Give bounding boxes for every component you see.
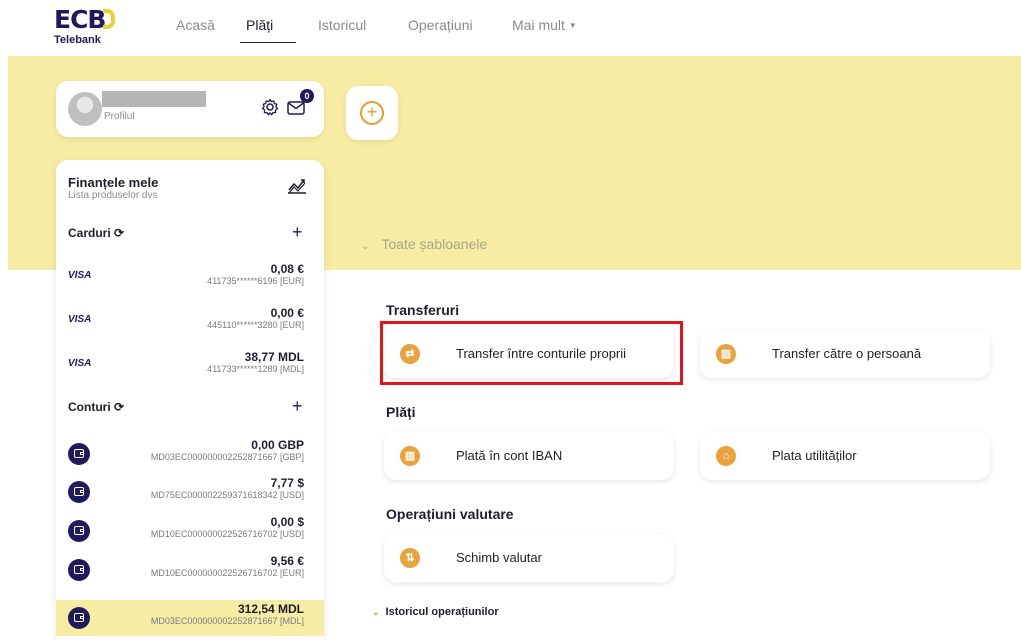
finances-title: Finanțele mele [68,175,159,190]
logo-text: ECB [54,5,106,34]
account-balance: 0,00 $ [270,515,304,529]
bank-icon: ▥ [716,344,736,364]
nav-payments[interactable]: Plăți [246,17,273,33]
account-row[interactable]: 9,56 € MD10EC000000022526716702 [EUR] [56,552,324,588]
nav-operations[interactable]: Operațiuni [408,17,473,33]
add-card-plus-icon[interactable]: + [292,222,303,243]
transfers-heading: Transferuri [386,302,460,318]
bank-icon: ▥ [400,446,420,466]
visa-logo: VISA [68,270,92,281]
finances-panel: Finanțele mele Lista produselor dvs Card… [56,160,324,640]
home-icon: ⌂ [716,446,736,466]
utilities-payment-label: Plata utilităților [772,448,857,463]
card-row[interactable]: VISA 0,08 € 411735******6196 [EUR] [56,260,324,296]
fx-heading: Operațiuni valutare [386,506,514,522]
nav-more[interactable]: Mai mult ▼ [512,17,577,33]
nav-history[interactable]: Istoricul [318,17,366,33]
transfer-to-person-button[interactable]: ▥ Transfer către o persoană [700,330,990,378]
profile-label: Profilul [104,111,135,122]
currency-exchange-label: Schimb valutar [456,550,542,565]
visa-logo: VISA [68,314,92,325]
account-number: MD75EC000002259371618342 [USD] [150,490,304,500]
iban-payment-label: Plată în cont IBAN [456,448,563,463]
card-row[interactable]: VISA 0,00 € 445110******3280 [EUR] [56,304,324,340]
iban-payment-button[interactable]: ▥ Plată în cont IBAN [384,432,674,480]
redacted-user-name [102,91,206,107]
account-balance: 7,77 $ [270,476,304,490]
account-number: MD03EC000000002252871667 [GBP] [150,452,304,462]
payments-heading: Plăți [386,404,416,420]
add-account-plus-icon[interactable]: + [292,396,303,417]
top-navigation: ECB Telebank Acasă Plăți Istoricul Opera… [0,0,1021,56]
wallet-icon [68,443,90,465]
account-number: MD10EC000000022526716702 [USD] [150,529,304,539]
chart-icon[interactable] [286,176,308,196]
refresh-icon[interactable]: ⟳ [114,400,124,414]
caret-down-icon: ▼ [568,21,577,30]
highlight-box [380,321,683,385]
card-balance: 0,08 € [270,262,304,276]
avatar[interactable] [68,92,102,126]
nav-active-indicator [240,42,296,43]
account-row[interactable]: 0,00 GBP MD03EC000000002252871667 [GBP] [56,436,324,472]
wallet-icon [68,559,90,581]
chevron-down-icon: ⌄ [361,241,370,252]
nav-more-label: Mai mult [512,17,565,33]
cards-heading: Carduri ⟳ [68,226,124,240]
account-balance: 0,00 GBP [251,438,304,452]
gear-icon[interactable] [260,97,280,117]
refresh-icon[interactable]: ⟳ [114,226,124,240]
operations-history-label: Istoricul operațiunilor [385,606,499,618]
accounts-heading-label: Conturi [68,400,111,414]
add-template-card[interactable]: + [346,86,398,140]
chevron-down-icon: ⌄ [372,607,380,617]
currency-exchange-button[interactable]: ⇅ Schimb valutar [384,534,674,582]
ecb-logo[interactable]: ECB Telebank [54,6,118,50]
finances-subtitle: Lista produselor dvs [68,190,158,201]
all-templates-label: Toate șabloanele [381,236,488,252]
utilities-payment-button[interactable]: ⌂ Plata utilităților [700,432,990,480]
logo-subtitle: Telebank [54,34,101,46]
account-number: MD03EC000000002252871667 [MDL] [150,616,304,626]
nav-home[interactable]: Acasă [176,17,215,33]
profile-card[interactable]: Profilul 0 [56,81,324,137]
card-balance: 0,00 € [270,306,304,320]
account-number: MD10EC000000022526716702 [EUR] [150,568,304,578]
transfer-to-person-label: Transfer către o persoană [772,346,922,361]
cards-heading-label: Carduri [68,226,111,240]
card-number: 445110******3280 [EUR] [207,320,304,330]
account-balance: 312,54 MDL [237,602,304,616]
wallet-icon [68,607,90,629]
card-number: 411735******6196 [EUR] [207,276,304,286]
account-balance: 9,56 € [270,554,304,568]
operations-history-toggle[interactable]: ⌄ Istoricul operațiunilor [372,606,499,618]
account-row[interactable]: 0,00 $ MD10EC000000022526716702 [USD] [56,513,324,549]
account-row[interactable]: 7,77 $ MD75EC000002259371618342 [USD] [56,474,324,510]
accounts-heading: Conturi ⟳ [68,400,124,414]
plus-icon[interactable]: + [360,101,384,125]
wallet-icon [68,481,90,503]
card-row[interactable]: VISA 38,77 MDL 411733******1289 [MDL] [56,348,324,384]
wallet-icon [68,520,90,542]
visa-logo: VISA [68,358,92,369]
unread-badge: 0 [300,89,314,103]
card-number: 411733******1289 [MDL] [207,364,304,374]
exchange-arrows-icon: ⇅ [400,548,420,568]
card-balance: 38,77 MDL [244,350,304,364]
logo-bracket-icon [103,9,115,29]
all-templates-toggle[interactable]: ⌄ Toate șabloanele [361,236,487,252]
